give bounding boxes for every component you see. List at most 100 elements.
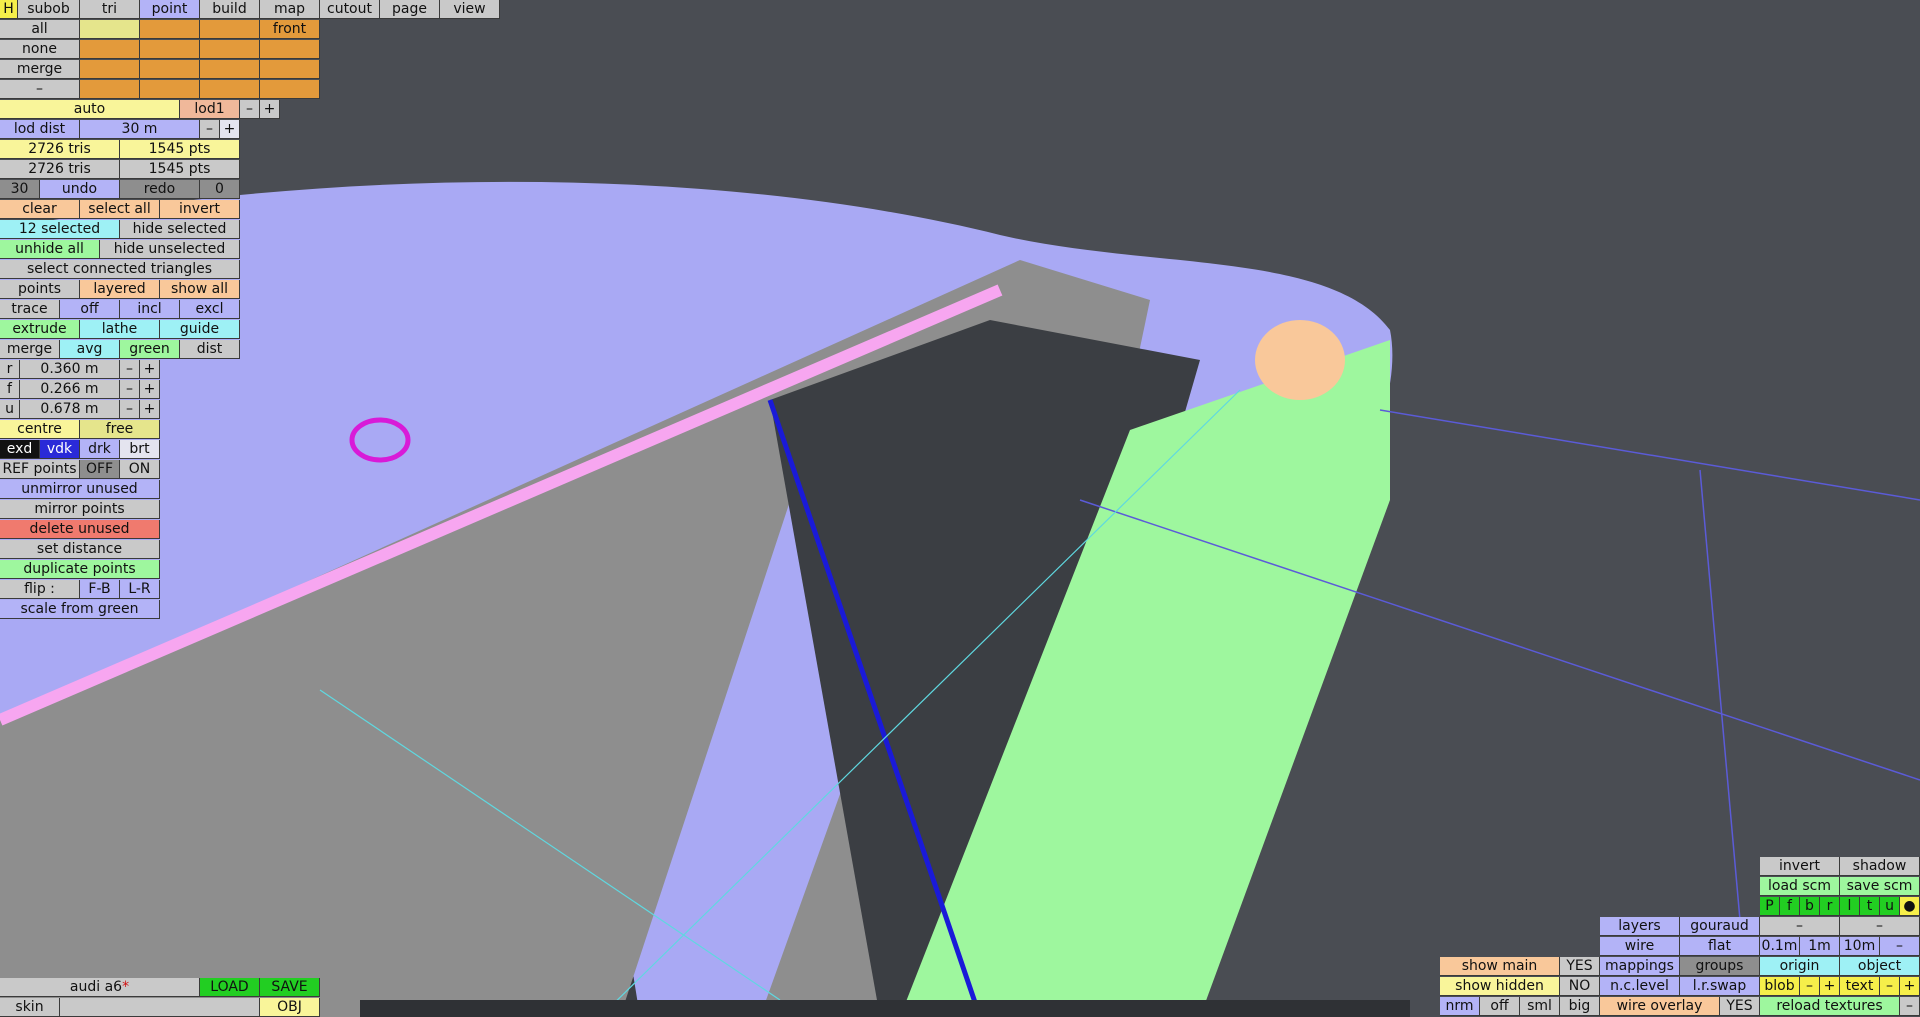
slot[interactable]: [260, 80, 320, 99]
u-minus[interactable]: –: [120, 400, 140, 419]
blob-button[interactable]: blob: [1760, 977, 1800, 996]
load-scm-button[interactable]: load scm: [1760, 877, 1840, 896]
reload-minus[interactable]: –: [1900, 997, 1920, 1016]
free-button[interactable]: free: [80, 420, 160, 439]
scale-from-green-button[interactable]: scale from green: [0, 600, 160, 619]
dist-button[interactable]: dist: [180, 340, 240, 359]
mappings-button[interactable]: mappings: [1600, 957, 1680, 976]
slot[interactable]: [200, 40, 260, 59]
unmirror-unused-button[interactable]: unmirror unused: [0, 480, 160, 499]
layers-button[interactable]: layers: [1600, 917, 1680, 936]
exd-button[interactable]: exd: [0, 440, 40, 459]
f-minus[interactable]: –: [120, 380, 140, 399]
tab-build[interactable]: build: [200, 0, 260, 19]
view-b-button[interactable]: b: [1800, 897, 1820, 916]
trace-incl[interactable]: incl: [120, 300, 180, 319]
slot[interactable]: [200, 60, 260, 79]
f-plus[interactable]: +: [140, 380, 160, 399]
grid-minus-button[interactable]: –: [1880, 937, 1920, 956]
nrm-button[interactable]: nrm: [1440, 997, 1480, 1016]
show-main-yes[interactable]: YES: [1560, 957, 1600, 976]
show-all-button[interactable]: show all: [160, 280, 240, 299]
select-all-button[interactable]: select all: [80, 200, 160, 219]
text-minus[interactable]: –: [1880, 977, 1900, 996]
r-value[interactable]: 0.360 m: [20, 360, 120, 379]
select-none-row[interactable]: none: [0, 40, 80, 59]
extrude-button[interactable]: extrude: [0, 320, 80, 339]
flip-fb-button[interactable]: F-B: [80, 580, 120, 599]
nc-level-button[interactable]: n.c.level: [1600, 977, 1680, 996]
tab-subob[interactable]: subob: [18, 0, 80, 19]
save-scm-button[interactable]: save scm: [1840, 877, 1920, 896]
set-distance-button[interactable]: set distance: [0, 540, 160, 559]
lod-plus-button[interactable]: +: [260, 100, 280, 119]
sml-button[interactable]: sml: [1520, 997, 1560, 1016]
groups-button[interactable]: groups: [1680, 957, 1760, 976]
tab-point[interactable]: point: [140, 0, 200, 19]
slot[interactable]: [80, 40, 140, 59]
lr-swap-button[interactable]: l.r.swap: [1680, 977, 1760, 996]
tab-h[interactable]: H: [0, 0, 18, 19]
lod-dist-minus[interactable]: –: [200, 120, 220, 139]
u-value[interactable]: 0.678 m: [20, 400, 120, 419]
slot[interactable]: [140, 40, 200, 59]
skin-input[interactable]: [60, 998, 260, 1017]
flat-button[interactable]: flat: [1680, 937, 1760, 956]
view-f-button[interactable]: f: [1780, 897, 1800, 916]
3d-viewport[interactable]: [0, 0, 1920, 1017]
grid-0-1m-button[interactable]: 0.1m: [1760, 937, 1800, 956]
points-mode[interactable]: points: [0, 280, 80, 299]
tab-view[interactable]: view: [440, 0, 500, 19]
unhide-all-button[interactable]: unhide all: [0, 240, 100, 259]
guide-button[interactable]: guide: [160, 320, 240, 339]
lod-dist-plus[interactable]: +: [220, 120, 240, 139]
slot[interactable]: [200, 80, 260, 99]
blob-minus[interactable]: –: [1800, 977, 1820, 996]
show-hidden-no[interactable]: NO: [1560, 977, 1600, 996]
lod-dist-value[interactable]: 30 m: [80, 120, 200, 139]
centre-button[interactable]: centre: [0, 420, 80, 439]
gouraud-button[interactable]: gouraud: [1680, 917, 1760, 936]
r-minus[interactable]: –: [120, 360, 140, 379]
merge-button[interactable]: merge: [0, 340, 60, 359]
avg-button[interactable]: avg: [60, 340, 120, 359]
slot[interactable]: [80, 60, 140, 79]
origin-button[interactable]: origin: [1760, 957, 1840, 976]
ref-off-button[interactable]: OFF: [80, 460, 120, 479]
wire-button[interactable]: wire: [1600, 937, 1680, 956]
slot-1[interactable]: [80, 20, 140, 39]
delete-unused-button[interactable]: delete unused: [0, 520, 160, 539]
redo-button[interactable]: redo: [120, 180, 200, 199]
flip-lr-button[interactable]: L-R: [120, 580, 160, 599]
select-connected-button[interactable]: select connected triangles: [0, 260, 240, 279]
tab-cutout[interactable]: cutout: [320, 0, 380, 19]
slot-3[interactable]: [200, 20, 260, 39]
lod-minus-button[interactable]: –: [240, 100, 260, 119]
slot[interactable]: [140, 80, 200, 99]
off-button[interactable]: off: [1480, 997, 1520, 1016]
load-button[interactable]: LOAD: [200, 978, 260, 997]
view-r-button[interactable]: r: [1820, 897, 1840, 916]
slot[interactable]: [80, 80, 140, 99]
dash-button-2[interactable]: –: [1840, 917, 1920, 936]
slot-2[interactable]: [140, 20, 200, 39]
drk-button[interactable]: drk: [80, 440, 120, 459]
mirror-points-button[interactable]: mirror points: [0, 500, 160, 519]
u-plus[interactable]: +: [140, 400, 160, 419]
undo-button[interactable]: undo: [40, 180, 120, 199]
blob-plus[interactable]: +: [1820, 977, 1840, 996]
view-u-button[interactable]: u: [1880, 897, 1900, 916]
shadow-button[interactable]: shadow: [1840, 857, 1920, 876]
auto-button[interactable]: auto: [0, 100, 180, 119]
obj-button[interactable]: OBJ: [260, 998, 320, 1017]
duplicate-points-button[interactable]: duplicate points: [0, 560, 160, 579]
hide-selected-button[interactable]: hide selected: [120, 220, 240, 239]
view-l-button[interactable]: l: [1840, 897, 1860, 916]
brt-button[interactable]: brt: [120, 440, 160, 459]
trace-off[interactable]: off: [60, 300, 120, 319]
r-plus[interactable]: +: [140, 360, 160, 379]
dash-button[interactable]: –: [1760, 917, 1840, 936]
text-plus[interactable]: +: [1900, 977, 1920, 996]
slot[interactable]: [140, 60, 200, 79]
wire-overlay-yes[interactable]: YES: [1720, 997, 1760, 1016]
